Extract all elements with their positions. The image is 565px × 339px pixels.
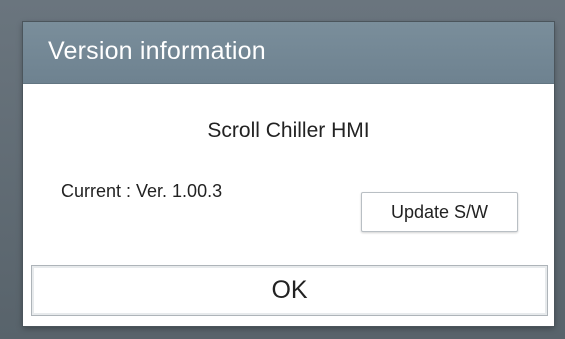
app-name-label: Scroll Chiller HMI — [207, 119, 370, 142]
version-information-dialog: Version information Scroll Chiller HMI C… — [23, 22, 554, 326]
update-software-button[interactable]: Update S/W — [361, 192, 518, 232]
current-version-label: Current : Ver. 1.00.3 — [61, 181, 223, 201]
dialog-title-bar: Version information — [23, 22, 554, 84]
dialog-title: Version information — [48, 37, 266, 65]
ok-button[interactable]: OK — [31, 265, 548, 316]
